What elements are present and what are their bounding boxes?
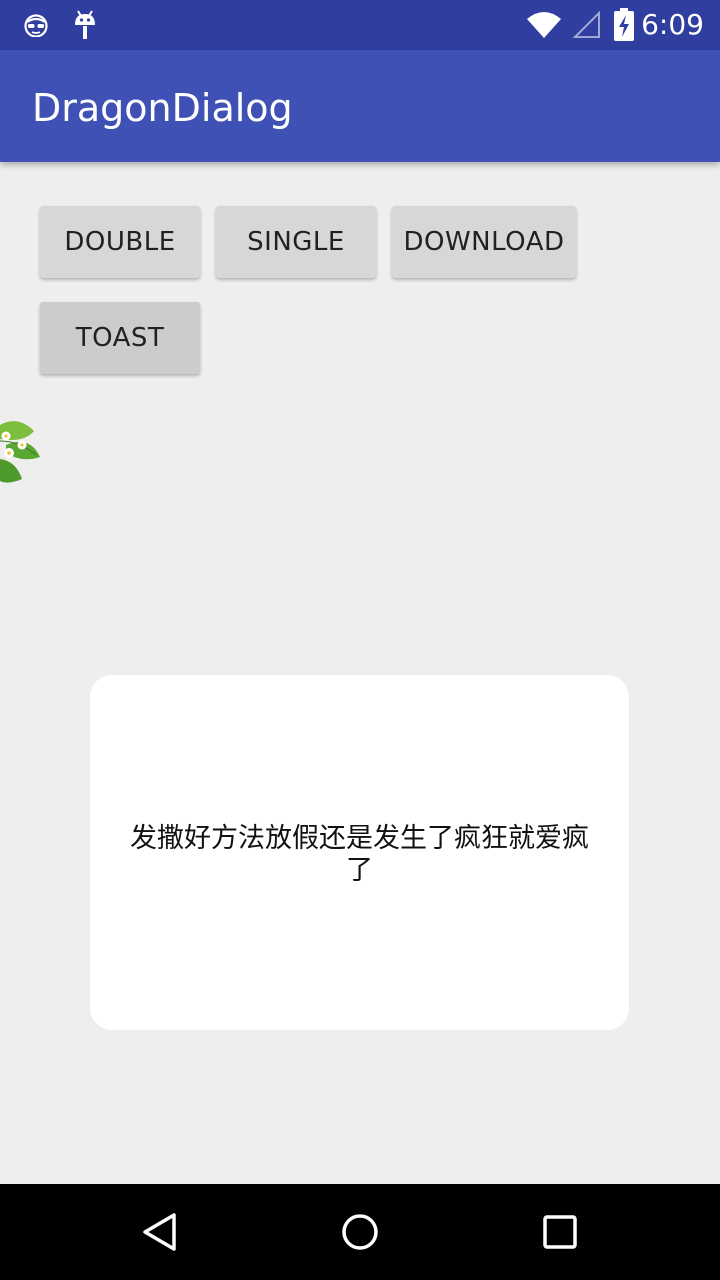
home-icon[interactable] — [310, 1184, 410, 1280]
incognito-icon — [22, 0, 50, 50]
status-time: 6:09 — [641, 8, 704, 41]
status-bar: 6:09 — [0, 0, 720, 50]
recents-icon[interactable] — [510, 1184, 610, 1280]
flower-leaf-decoration — [0, 405, 44, 485]
navigation-bar — [0, 1184, 720, 1280]
wifi-icon — [526, 0, 562, 50]
app-title: DragonDialog — [32, 86, 293, 130]
android-debug-icon — [72, 0, 98, 50]
app-bar: DragonDialog — [0, 50, 720, 162]
dialog-message: 发撒好方法放假还是发生了疯狂就爱疯了 — [130, 823, 589, 886]
single-button[interactable]: SINGLE — [216, 206, 376, 278]
back-icon[interactable] — [110, 1184, 210, 1280]
download-button[interactable]: DOWNLOAD — [392, 206, 576, 278]
double-button[interactable]: DOUBLE — [40, 206, 200, 278]
toast-button[interactable]: TOAST — [40, 302, 200, 374]
battery-charging-icon — [612, 0, 636, 50]
dialog: 发撒好方法放假还是发生了疯狂就爱疯了 — [90, 675, 629, 1030]
signal-icon — [570, 0, 602, 50]
